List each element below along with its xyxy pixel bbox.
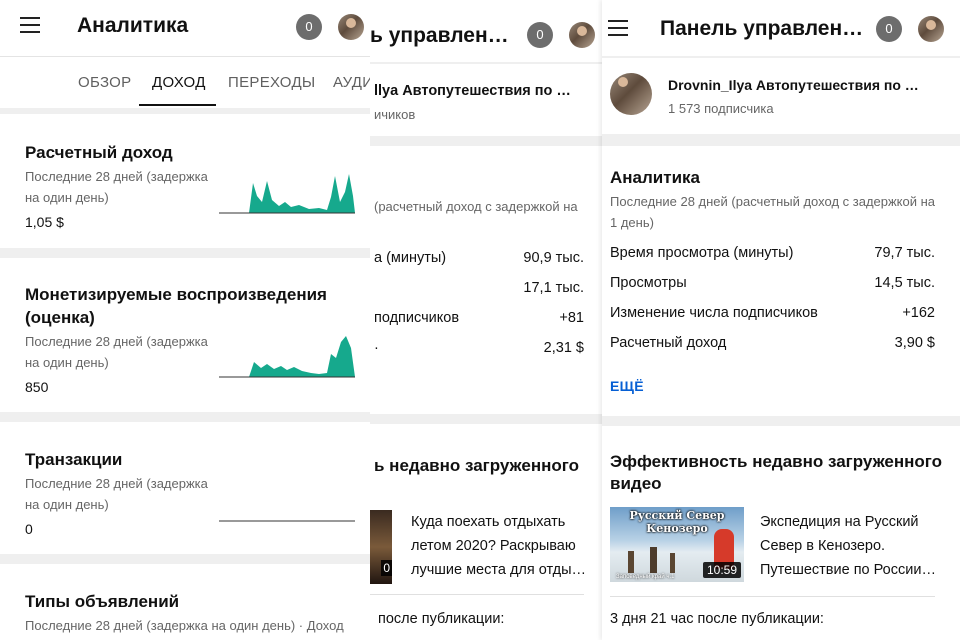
metric-watch-time-value: 79,7 тыс. [874,245,935,261]
video-title: лучшие места для отды… [411,562,587,578]
account-avatar[interactable] [569,22,595,48]
metric-subscribers-value: +162 [902,305,935,321]
metric-label: подписчиков [374,310,460,326]
app-bar: Аналитика 0 [0,0,380,56]
dashboard-screen-partial: ь управлен… 0 llya Автопутешествия по … … [370,0,610,640]
section-title: ь недавно загруженного [374,456,579,475]
wooden-figure-decoration [650,547,657,573]
channel-card[interactable]: llya Автопутешествия по … ичиков [370,64,610,136]
section-title: Эффективность недавно загруженного [610,452,943,471]
account-avatar[interactable] [918,16,944,42]
tab-traffic[interactable]: ПЕРЕХОДЫ [228,74,315,91]
video-title: Путешествие по России… [760,562,936,578]
notifications-badge[interactable]: 0 [876,16,902,42]
active-tab-indicator [139,104,216,106]
card-title: Транзакции [25,450,123,469]
page-title: ь управлен… [370,24,509,47]
revenue-sparkline [219,174,355,214]
analytics-tabs: ОБЗОР ДОХОД ПЕРЕХОДЫ АУДИТ [0,56,380,108]
card-value: 1,05 $ [25,214,64,230]
card-period: на один день) [25,497,109,512]
account-avatar[interactable] [338,14,364,40]
after-publication-label: 3 дня 21 час после публикации: [610,611,824,627]
video-title: Куда поехать отдыхать [411,514,566,530]
channel-avatar [610,73,652,115]
analytics-card: Аналитика Последние 28 дней (расчетный д… [602,146,960,416]
transactions-sparkline [219,520,355,522]
page-title: Панель управлен… [660,17,864,40]
wooden-figure-decoration [670,553,675,573]
divider [610,596,935,597]
metric-watch-time-label: Время просмотра (минуты) [610,245,794,261]
analytics-period: 1 день) [610,215,654,230]
metric-views-value: 14,5 тыс. [874,275,935,291]
dashboard-screen: Панель управлен… 0 Drovnin_Ilya Автопуте… [602,0,960,640]
app-bar: Панель управлен… 0 [602,0,960,56]
thumbnail-title: Русский Север [629,509,725,522]
card-title: (оценка) [25,308,95,327]
analytics-screen: Аналитика 0 ОБЗОР ДОХОД ПЕРЕХОДЫ АУДИТ Р… [0,0,380,640]
metric-value: 17,1 тыс. [523,280,584,296]
metric-label: а (минуты) [374,250,447,266]
metric-label: · [374,340,379,356]
card-period: на один день) [25,355,109,370]
card-transactions[interactable]: Транзакции Последние 28 дней (задержка н… [0,422,380,554]
card-period: Последние 28 дней (задержка [25,169,208,184]
metric-subscribers-label: Изменение числа подписчиков [610,305,818,321]
video-title: летом 2020? Раскрываю [411,538,576,554]
wooden-figure-decoration [628,551,634,573]
metric-value: 90,9 тыс. [523,250,584,266]
card-period: Последние 28 дней (задержка [25,334,208,349]
after-publication-label: после публикации: [378,611,505,627]
app-bar: ь управлен… 0 [370,0,610,62]
hamburger-menu-icon[interactable] [608,19,630,37]
recent-video-card[interactable]: ь недавно загруженного 0 Куда поехать от… [370,424,610,640]
channel-card[interactable]: Drovnin_Ilya Автопутешествия по … 1 573 … [602,58,960,134]
tab-overview[interactable]: ОБЗОР [78,74,131,91]
page-title: Аналитика [77,14,189,37]
card-title: Расчетный доход [25,143,173,162]
metric-views-label: Просмотры [610,275,687,291]
card-value: 0 [25,521,33,537]
subscriber-count: ичиков [374,107,416,122]
analytics-period: (расчетный доход с задержкой на [374,199,578,214]
recent-video-card[interactable]: Эффективность недавно загруженного видео… [602,426,960,640]
video-title: Экспедиция на Русский [760,514,919,530]
video-duration: 10:59 [702,562,741,578]
video-thumbnail[interactable]: 0 [370,510,392,584]
metric-revenue-label: Расчетный доход [610,335,727,351]
channel-name: Drovnin_Ilya Автопутешествия по … [668,77,919,93]
video-duration: 0 [381,560,392,576]
card-period: Последние 28 дней (задержка [25,476,208,491]
card-title: Типы объявлений [25,592,180,611]
analytics-title: Аналитика [610,168,700,187]
metric-value: +81 [559,310,584,326]
analytics-period: Последние 28 дней (расчетный доход с зад… [610,194,936,209]
card-monetized-playbacks[interactable]: Монетизируемые воспроизведения (оценка) … [0,258,380,412]
analytics-card: (расчетный доход с задержкой на а (минут… [370,146,610,414]
card-ad-types[interactable]: Типы объявлений Последние 28 дней (задер… [0,564,380,640]
card-value: 850 [25,379,49,395]
metric-value: 2,31 $ [543,340,584,356]
section-title: видео [610,474,662,493]
divider [370,594,584,595]
card-title: Монетизируемые воспроизведения [25,285,327,304]
card-estimated-revenue[interactable]: Расчетный доход Последние 28 дней (задер… [0,114,380,248]
channel-name: llya Автопутешествия по … [374,83,571,99]
notifications-badge[interactable]: 0 [296,14,322,40]
card-period: на один день) [25,190,109,205]
thumbnail-caption: Заповедный край ч.1 [616,574,675,580]
video-thumbnail[interactable]: Русский Север Кенозеро Заповедный край ч… [610,507,744,582]
subscriber-count: 1 573 подписчика [668,101,774,116]
video-title: Север в Кенозеро. [760,538,886,554]
more-link[interactable]: ЕЩЁ [610,378,644,394]
metric-revenue-value: 3,90 $ [894,335,935,351]
playbacks-sparkline [219,336,355,378]
notifications-badge[interactable]: 0 [527,22,553,48]
card-period: Последние 28 дней (задержка на один день… [25,618,344,633]
tab-revenue[interactable]: ДОХОД [152,74,206,91]
hamburger-menu-icon[interactable] [20,16,42,34]
